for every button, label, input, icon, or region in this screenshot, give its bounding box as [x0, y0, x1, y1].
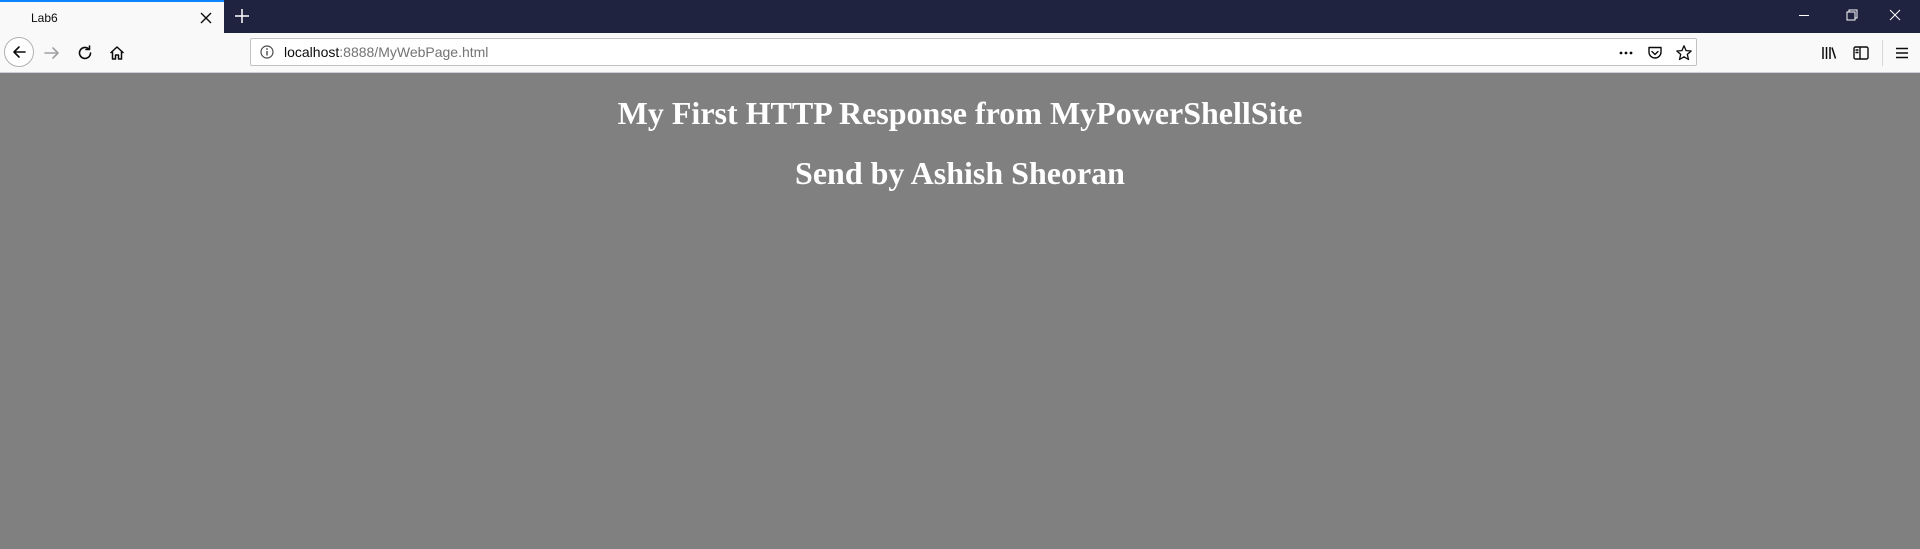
- page-heading-1: My First HTTP Response from MyPowerShell…: [617, 95, 1303, 131]
- close-icon[interactable]: [199, 11, 213, 25]
- pocket-icon[interactable]: [1646, 44, 1664, 62]
- close-icon[interactable]: [1888, 8, 1902, 22]
- info-icon[interactable]: [260, 45, 274, 59]
- hamburger-menu-icon[interactable]: [1893, 44, 1911, 62]
- plus-icon[interactable]: [233, 7, 251, 25]
- tab-lab6[interactable]: Lab6: [0, 0, 224, 33]
- url-bar[interactable]: localhost:8888/MyWebPage.html: [250, 38, 1697, 66]
- star-icon[interactable]: [1675, 44, 1693, 62]
- url-text[interactable]: localhost:8888/MyWebPage.html: [284, 44, 488, 60]
- home-icon[interactable]: [108, 44, 126, 62]
- toolbar-separator: [1882, 40, 1883, 66]
- tab-bar: Lab6: [0, 0, 1920, 33]
- tab-title: Lab6: [31, 11, 58, 25]
- url-path: :8888/MyWebPage.html: [339, 44, 489, 60]
- back-button[interactable]: [4, 37, 34, 67]
- restore-icon[interactable]: [1845, 8, 1859, 22]
- navigation-toolbar: localhost:8888/MyWebPage.html: [0, 33, 1920, 73]
- browser-window: Lab6 localhost:8888/MyWebPage.html My Fi…: [0, 0, 1920, 549]
- minimize-icon[interactable]: [1797, 8, 1811, 22]
- page-content: My First HTTP Response from MyPowerShell…: [0, 73, 1920, 549]
- url-host: localhost: [284, 44, 340, 60]
- reload-icon[interactable]: [76, 44, 94, 62]
- arrow-left-icon: [13, 46, 26, 58]
- arrow-right-icon[interactable]: [43, 44, 61, 62]
- more-horizontal-icon[interactable]: [1617, 44, 1635, 62]
- sidebar-icon[interactable]: [1852, 44, 1870, 62]
- library-icon[interactable]: [1820, 44, 1838, 62]
- page-heading-2: Send by Ashish Sheoran: [795, 155, 1125, 191]
